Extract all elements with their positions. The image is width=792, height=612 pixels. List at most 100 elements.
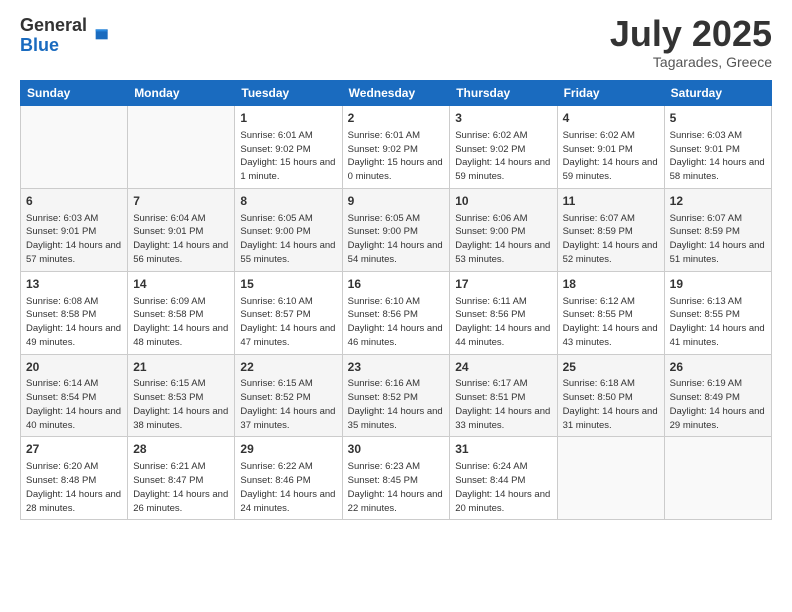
day-info: Sunrise: 6:16 AM Sunset: 8:52 PM Dayligh… xyxy=(348,377,445,432)
calendar-week-row: 1 Sunrise: 6:01 AM Sunset: 9:02 PM Daylig… xyxy=(21,106,772,189)
day-info: Sunrise: 6:06 AM Sunset: 9:00 PM Dayligh… xyxy=(455,212,551,267)
day-number: 28 xyxy=(133,441,229,458)
calendar-week-row: 20Sunrise: 6:14 AM Sunset: 8:54 PM Dayli… xyxy=(21,354,772,437)
day-info: Sunrise: 6:04 AM Sunset: 9:01 PM Dayligh… xyxy=(133,212,229,267)
calendar-cell: 28 Sunrise: 6:21 AM Sunset: 8:47 PM Dayli… xyxy=(128,437,235,520)
calendar-cell: 17 Sunrise: 6:11 AM Sunset: 8:56 PM Dayli… xyxy=(450,271,557,354)
day-number: 18 xyxy=(563,276,659,293)
day-number: 20 xyxy=(26,359,122,376)
day-number: 4 xyxy=(563,110,659,127)
day-info: Sunrise: 6:13 AM Sunset: 8:55 PM Dayligh… xyxy=(670,295,766,350)
calendar-week-row: 6Sunrise: 6:03 AM Sunset: 9:01 PM Daylig… xyxy=(21,188,772,271)
logo-blue: Blue xyxy=(20,36,87,56)
day-number: 31 xyxy=(455,441,551,458)
day-info: Sunrise: 6:21 AM Sunset: 8:47 PM Dayligh… xyxy=(133,460,229,515)
calendar-cell: 24Sunrise: 6:17 AM Sunset: 8:51 PM Dayli… xyxy=(450,354,557,437)
day-info: Sunrise: 6:01 AM Sunset: 9:02 PM Dayligh… xyxy=(240,129,336,184)
month-title: July 2025 xyxy=(610,16,772,52)
day-info: Sunrise: 6:23 AM Sunset: 8:45 PM Dayligh… xyxy=(348,460,445,515)
day-number: 23 xyxy=(348,359,445,376)
col-friday: Friday xyxy=(557,81,664,106)
day-info: Sunrise: 6:17 AM Sunset: 8:51 PM Dayligh… xyxy=(455,377,551,432)
calendar-table: Sunday Monday Tuesday Wednesday Thursday… xyxy=(20,80,772,520)
day-info: Sunrise: 6:03 AM Sunset: 9:01 PM Dayligh… xyxy=(670,129,766,184)
day-number: 1 xyxy=(240,110,336,127)
day-number: 11 xyxy=(563,193,659,210)
calendar-cell: 19Sunrise: 6:13 AM Sunset: 8:55 PM Dayli… xyxy=(664,271,771,354)
day-number: 29 xyxy=(240,441,336,458)
day-number: 8 xyxy=(240,193,336,210)
day-info: Sunrise: 6:14 AM Sunset: 8:54 PM Dayligh… xyxy=(26,377,122,432)
calendar-cell xyxy=(664,437,771,520)
day-info: Sunrise: 6:19 AM Sunset: 8:49 PM Dayligh… xyxy=(670,377,766,432)
calendar-cell: 13 Sunrise: 6:08 AM Sunset: 8:58 PM Dayli… xyxy=(21,271,128,354)
calendar-cell: 18 Sunrise: 6:12 AM Sunset: 8:55 PM Dayli… xyxy=(557,271,664,354)
calendar-cell: 10 Sunrise: 6:06 AM Sunset: 9:00 PM Dayli… xyxy=(450,188,557,271)
title-block: July 2025 Tagarades, Greece xyxy=(610,16,772,70)
col-sunday: Sunday xyxy=(21,81,128,106)
calendar-cell: 29 Sunrise: 6:22 AM Sunset: 8:46 PM Dayli… xyxy=(235,437,342,520)
day-info: Sunrise: 6:11 AM Sunset: 8:56 PM Dayligh… xyxy=(455,295,551,350)
col-monday: Monday xyxy=(128,81,235,106)
calendar-cell: 21Sunrise: 6:15 AM Sunset: 8:53 PM Dayli… xyxy=(128,354,235,437)
logo: General Blue xyxy=(20,16,109,56)
day-number: 25 xyxy=(563,359,659,376)
calendar-cell: 22Sunrise: 6:15 AM Sunset: 8:52 PM Dayli… xyxy=(235,354,342,437)
day-info: Sunrise: 6:10 AM Sunset: 8:57 PM Dayligh… xyxy=(240,295,336,350)
day-info: Sunrise: 6:01 AM Sunset: 9:02 PM Dayligh… xyxy=(348,129,445,184)
day-number: 5 xyxy=(670,110,766,127)
day-info: Sunrise: 6:12 AM Sunset: 8:55 PM Dayligh… xyxy=(563,295,659,350)
calendar-cell: 2 Sunrise: 6:01 AM Sunset: 9:02 PM Daylig… xyxy=(342,106,450,189)
day-number: 9 xyxy=(348,193,445,210)
calendar-week-row: 13 Sunrise: 6:08 AM Sunset: 8:58 PM Dayli… xyxy=(21,271,772,354)
day-info: Sunrise: 6:02 AM Sunset: 9:02 PM Dayligh… xyxy=(455,129,551,184)
calendar-cell: 7 Sunrise: 6:04 AM Sunset: 9:01 PM Daylig… xyxy=(128,188,235,271)
calendar-cell: 26Sunrise: 6:19 AM Sunset: 8:49 PM Dayli… xyxy=(664,354,771,437)
day-number: 26 xyxy=(670,359,766,376)
calendar-cell: 16 Sunrise: 6:10 AM Sunset: 8:56 PM Dayli… xyxy=(342,271,450,354)
day-number: 27 xyxy=(26,441,122,458)
col-tuesday: Tuesday xyxy=(235,81,342,106)
calendar-cell: 31Sunrise: 6:24 AM Sunset: 8:44 PM Dayli… xyxy=(450,437,557,520)
logo-icon xyxy=(89,26,109,46)
calendar-cell xyxy=(557,437,664,520)
calendar-header-row: Sunday Monday Tuesday Wednesday Thursday… xyxy=(21,81,772,106)
page-container: General Blue July 2025 Tagarades, Greece… xyxy=(0,0,792,612)
day-number: 22 xyxy=(240,359,336,376)
day-info: Sunrise: 6:22 AM Sunset: 8:46 PM Dayligh… xyxy=(240,460,336,515)
day-number: 13 xyxy=(26,276,122,293)
location: Tagarades, Greece xyxy=(610,54,772,70)
calendar-cell: 20Sunrise: 6:14 AM Sunset: 8:54 PM Dayli… xyxy=(21,354,128,437)
day-info: Sunrise: 6:09 AM Sunset: 8:58 PM Dayligh… xyxy=(133,295,229,350)
calendar-cell: 9 Sunrise: 6:05 AM Sunset: 9:00 PM Daylig… xyxy=(342,188,450,271)
calendar-cell: 8 Sunrise: 6:05 AM Sunset: 9:00 PM Daylig… xyxy=(235,188,342,271)
day-info: Sunrise: 6:15 AM Sunset: 8:53 PM Dayligh… xyxy=(133,377,229,432)
col-thursday: Thursday xyxy=(450,81,557,106)
day-info: Sunrise: 6:10 AM Sunset: 8:56 PM Dayligh… xyxy=(348,295,445,350)
calendar-cell: 4Sunrise: 6:02 AM Sunset: 9:01 PM Daylig… xyxy=(557,106,664,189)
day-number: 10 xyxy=(455,193,551,210)
day-number: 17 xyxy=(455,276,551,293)
calendar-cell: 23Sunrise: 6:16 AM Sunset: 8:52 PM Dayli… xyxy=(342,354,450,437)
calendar-cell: 5 Sunrise: 6:03 AM Sunset: 9:01 PM Daylig… xyxy=(664,106,771,189)
day-info: Sunrise: 6:20 AM Sunset: 8:48 PM Dayligh… xyxy=(26,460,122,515)
day-info: Sunrise: 6:18 AM Sunset: 8:50 PM Dayligh… xyxy=(563,377,659,432)
page-header: General Blue July 2025 Tagarades, Greece xyxy=(20,16,772,70)
day-number: 7 xyxy=(133,193,229,210)
day-info: Sunrise: 6:07 AM Sunset: 8:59 PM Dayligh… xyxy=(563,212,659,267)
calendar-week-row: 27 Sunrise: 6:20 AM Sunset: 8:48 PM Dayli… xyxy=(21,437,772,520)
day-number: 2 xyxy=(348,110,445,127)
day-info: Sunrise: 6:03 AM Sunset: 9:01 PM Dayligh… xyxy=(26,212,122,267)
day-number: 16 xyxy=(348,276,445,293)
calendar-cell: 15 Sunrise: 6:10 AM Sunset: 8:57 PM Dayli… xyxy=(235,271,342,354)
day-number: 21 xyxy=(133,359,229,376)
day-number: 24 xyxy=(455,359,551,376)
day-info: Sunrise: 6:05 AM Sunset: 9:00 PM Dayligh… xyxy=(348,212,445,267)
col-saturday: Saturday xyxy=(664,81,771,106)
day-info: Sunrise: 6:05 AM Sunset: 9:00 PM Dayligh… xyxy=(240,212,336,267)
day-number: 15 xyxy=(240,276,336,293)
day-info: Sunrise: 6:08 AM Sunset: 8:58 PM Dayligh… xyxy=(26,295,122,350)
calendar-cell: 1 Sunrise: 6:01 AM Sunset: 9:02 PM Daylig… xyxy=(235,106,342,189)
logo-general: General xyxy=(20,16,87,36)
calendar-cell: 3Sunrise: 6:02 AM Sunset: 9:02 PM Daylig… xyxy=(450,106,557,189)
